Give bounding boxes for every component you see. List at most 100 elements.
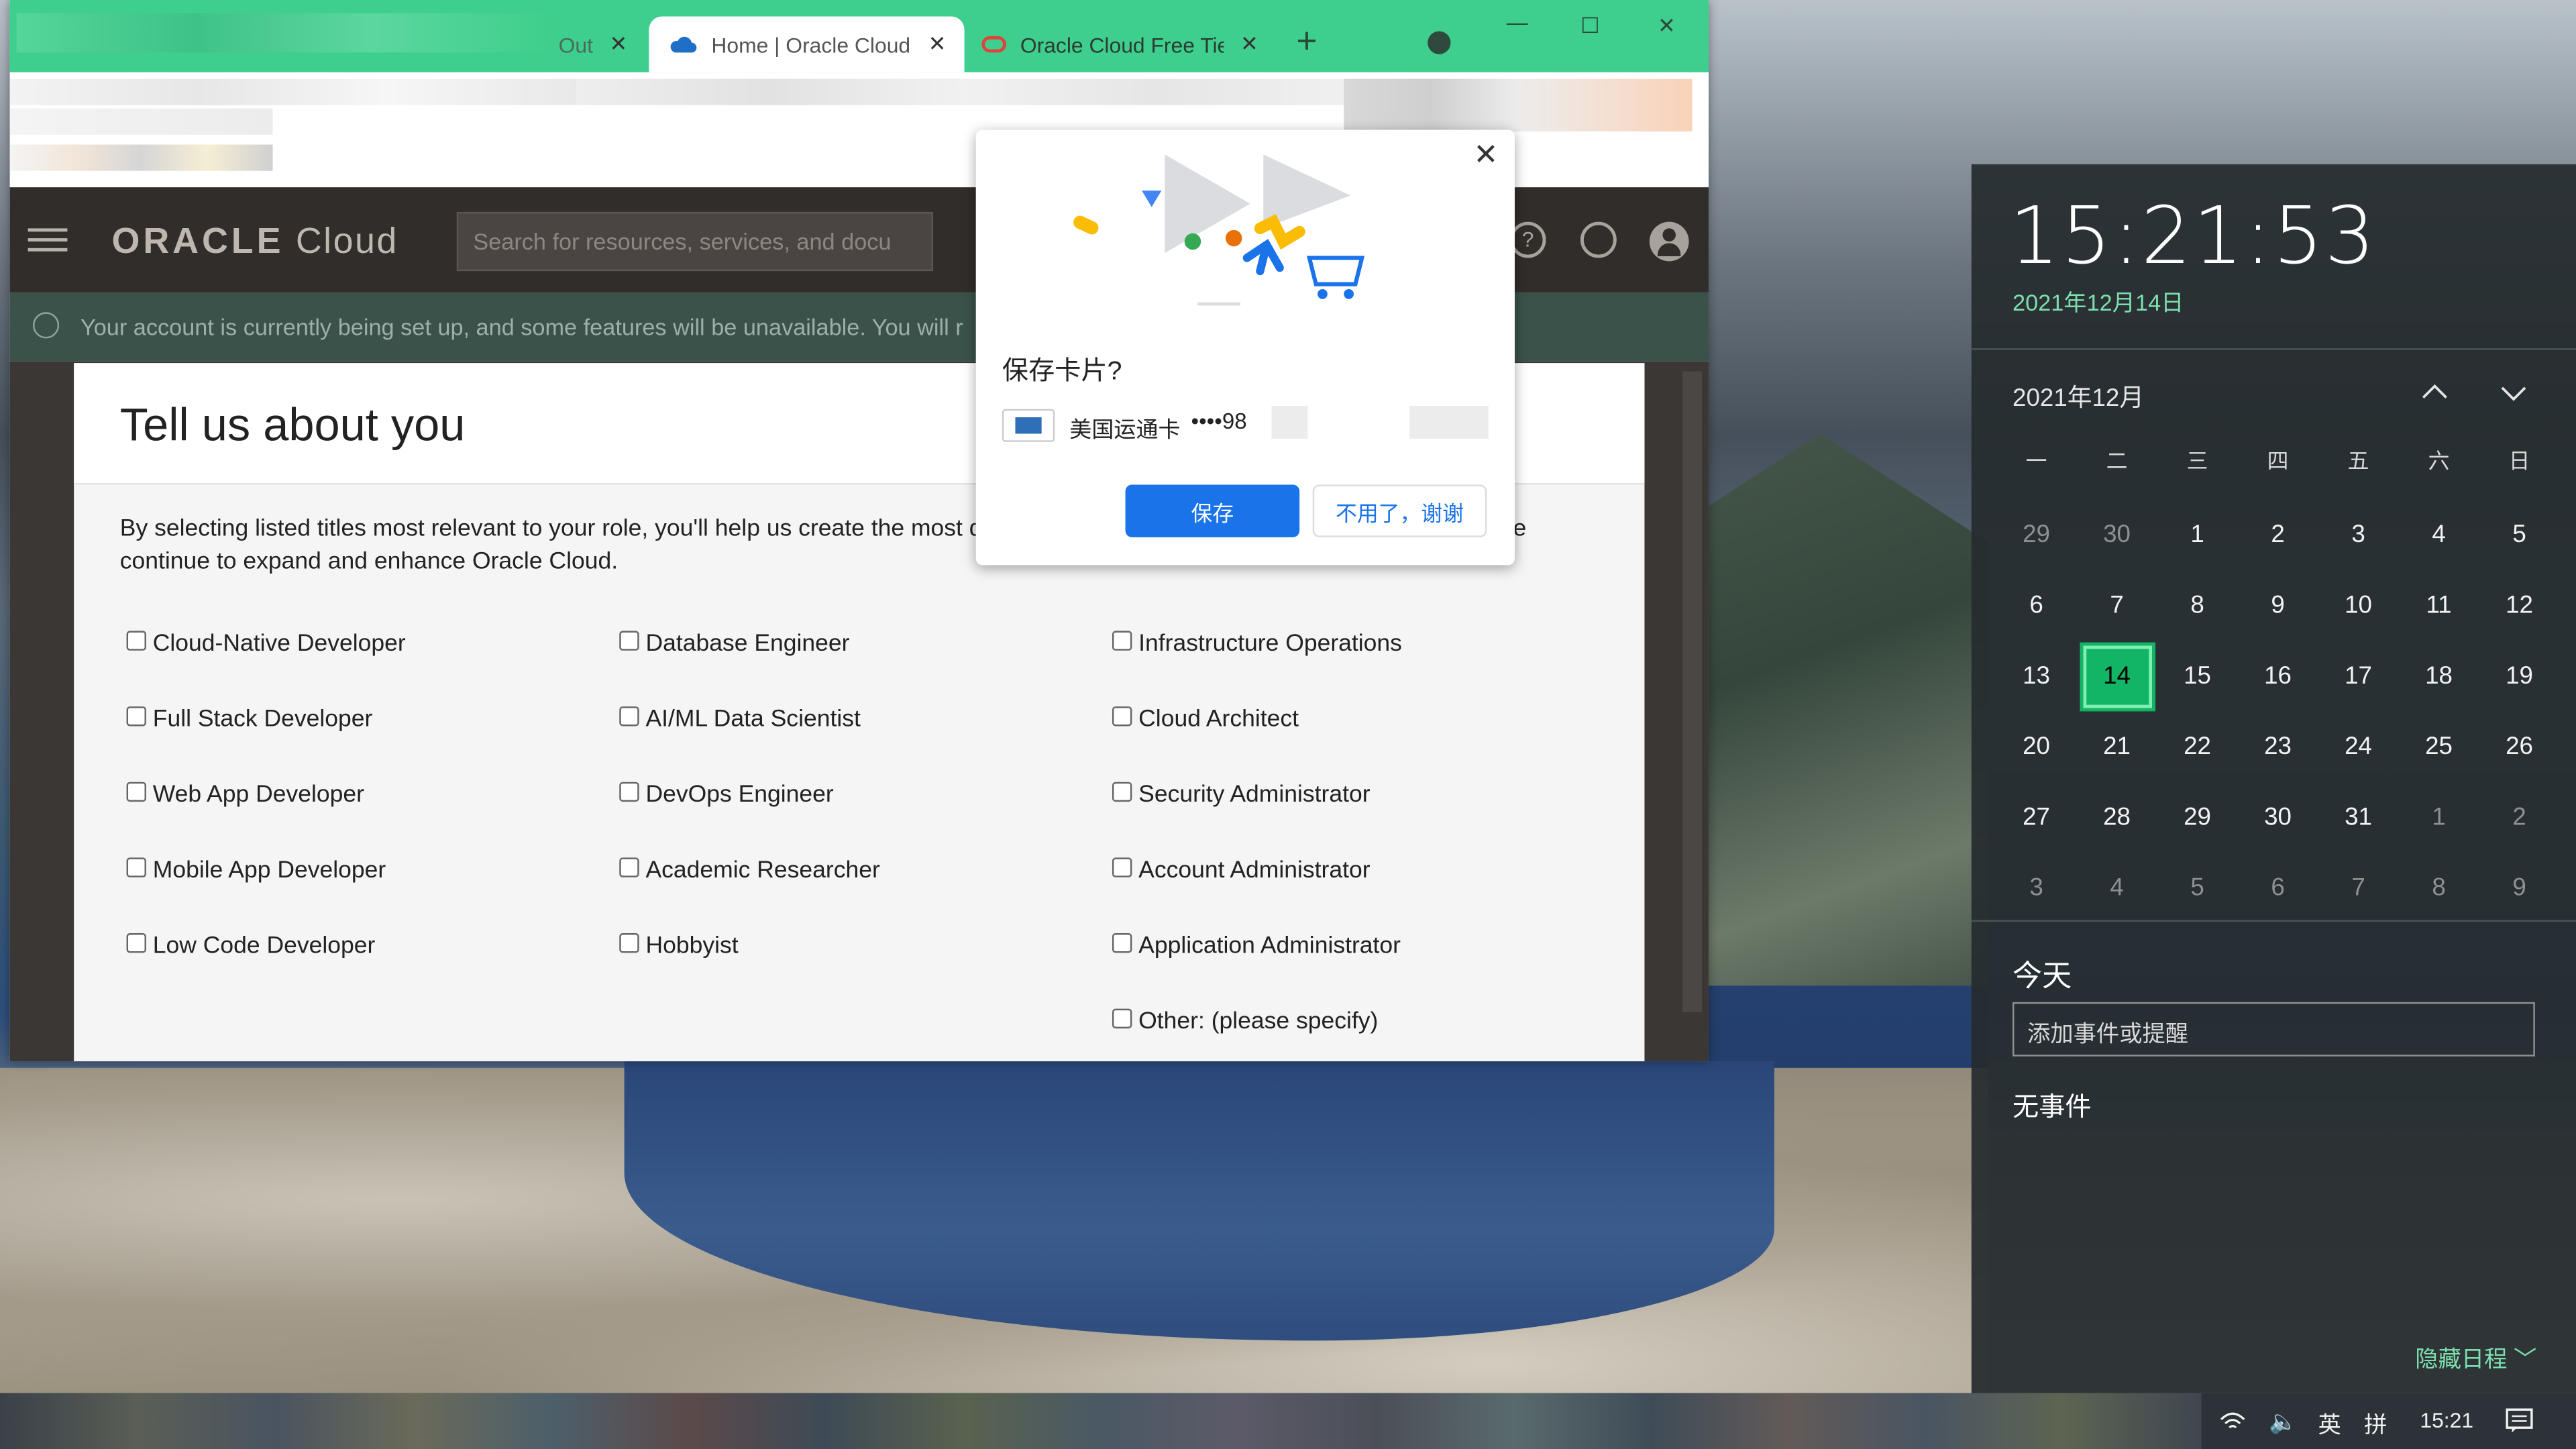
day-cell[interactable]: 30 — [2077, 499, 2157, 570]
option-academic-researcher[interactable]: Academic Researcher — [619, 857, 880, 884]
day-cell[interactable]: 8 — [2157, 570, 2238, 641]
option-devops-engineer[interactable]: DevOps Engineer — [619, 782, 834, 808]
option-mobile-app-developer[interactable]: Mobile App Developer — [126, 857, 386, 884]
day-cell[interactable]: 4 — [2399, 499, 2479, 570]
minimize-button[interactable]: — — [1507, 10, 1528, 35]
day-cell[interactable]: 6 — [2238, 853, 2318, 923]
globe-icon[interactable] — [1580, 221, 1617, 258]
day-cell[interactable]: 27 — [1996, 782, 2077, 853]
close-icon[interactable]: ✕ — [610, 32, 628, 58]
day-cell[interactable]: 26 — [2479, 711, 2560, 782]
close-icon[interactable]: ✕ — [928, 32, 947, 58]
menu-icon[interactable] — [28, 228, 68, 252]
day-cell[interactable]: 21 — [2077, 711, 2157, 782]
option-ai-ml-data-scientist[interactable]: AI/ML Data Scientist — [619, 706, 861, 733]
day-cell[interactable]: 18 — [2399, 641, 2479, 711]
checkbox[interactable] — [1112, 857, 1132, 877]
checkbox[interactable] — [619, 706, 639, 727]
checkbox[interactable] — [126, 631, 146, 651]
day-cell[interactable]: 9 — [2238, 570, 2318, 641]
day-cell[interactable]: 30 — [2238, 782, 2318, 853]
option-application-administrator[interactable]: Application Administrator — [1112, 933, 1401, 959]
day-cell[interactable]: 16 — [2238, 641, 2318, 711]
save-button[interactable]: 保存 — [1125, 484, 1300, 537]
day-cell[interactable]: 8 — [2399, 853, 2479, 923]
add-event-input[interactable]: 添加事件或提醒 — [2012, 1002, 2535, 1057]
search-input[interactable]: Search for resources, services, and docu — [456, 211, 934, 272]
checkbox[interactable] — [126, 706, 146, 727]
wifi-icon[interactable] — [2220, 1409, 2246, 1432]
day-cell[interactable]: 6 — [1996, 570, 2077, 641]
day-cell[interactable]: 2 — [2479, 782, 2560, 853]
close-window-button[interactable]: ✕ — [1658, 13, 1676, 40]
day-cell[interactable]: 24 — [2318, 711, 2399, 782]
checkbox[interactable] — [619, 857, 639, 877]
day-cell[interactable]: 22 — [2157, 711, 2238, 782]
oracle-cloud-logo[interactable]: ORACLE Cloud — [112, 220, 398, 263]
day-cell[interactable]: 3 — [1996, 853, 2077, 923]
hide-agenda-button[interactable]: 隐藏日程 ﹀ — [2415, 1342, 2536, 1375]
day-cell[interactable]: 23 — [2238, 711, 2318, 782]
help-icon[interactable]: ? — [1509, 221, 1546, 258]
option-other[interactable]: Other: (please specify) — [1112, 1008, 1378, 1035]
checkbox[interactable] — [1112, 933, 1132, 953]
day-cell[interactable]: 10 — [2318, 570, 2399, 641]
month-label[interactable]: 2021年12月 — [2012, 380, 2144, 414]
close-icon[interactable]: ✕ — [1474, 138, 1499, 172]
day-cell[interactable]: 1 — [2157, 499, 2238, 570]
option-full-stack-developer[interactable]: Full Stack Developer — [126, 706, 372, 733]
day-cell[interactable]: 4 — [2077, 853, 2157, 923]
maximize-button[interactable]: ☐ — [1580, 13, 1600, 40]
day-cell-today[interactable]: 14 — [2077, 641, 2157, 712]
day-cell[interactable]: 5 — [2479, 499, 2560, 570]
option-cloud-architect[interactable]: Cloud Architect — [1112, 706, 1299, 733]
tab-oracle-free-tier[interactable]: Oracle Cloud Free Tie ✕ — [977, 16, 1273, 72]
day-cell[interactable]: 12 — [2479, 570, 2560, 641]
option-database-engineer[interactable]: Database Engineer — [619, 631, 850, 657]
checkbox[interactable] — [619, 631, 639, 651]
close-icon[interactable]: ✕ — [1240, 32, 1258, 58]
chevron-up-icon[interactable] — [2422, 380, 2448, 406]
day-cell[interactable]: 3 — [2318, 499, 2399, 570]
option-account-administrator[interactable]: Account Administrator — [1112, 857, 1371, 884]
option-infrastructure-operations[interactable]: Infrastructure Operations — [1112, 631, 1402, 657]
day-cell[interactable]: 29 — [1996, 499, 2077, 570]
tab-search-icon[interactable] — [1428, 31, 1451, 54]
day-cell[interactable]: 20 — [1996, 711, 2077, 782]
new-tab-button[interactable]: + — [1296, 19, 1317, 62]
day-cell[interactable]: 31 — [2318, 782, 2399, 853]
checkbox[interactable] — [1112, 706, 1132, 727]
notification-icon[interactable] — [2506, 1408, 2534, 1434]
decline-button[interactable]: 不用了，谢谢 — [1312, 484, 1487, 537]
day-cell[interactable]: 13 — [1996, 641, 2077, 711]
page-scrollbar[interactable] — [1682, 371, 1703, 1012]
day-cell[interactable]: 15 — [2157, 641, 2238, 711]
day-cell[interactable]: 2 — [2238, 499, 2318, 570]
checkbox[interactable] — [1112, 782, 1132, 802]
chevron-down-icon[interactable] — [2500, 380, 2526, 406]
day-cell[interactable]: 7 — [2077, 570, 2157, 641]
taskbar-clock[interactable]: 15:21 — [2420, 1408, 2473, 1433]
flyout-date[interactable]: 2021年12月14日 — [2012, 286, 2184, 319]
option-hobbyist[interactable]: Hobbyist — [619, 933, 739, 959]
day-cell[interactable]: 28 — [2077, 782, 2157, 853]
checkbox[interactable] — [126, 933, 146, 953]
checkbox[interactable] — [619, 782, 639, 802]
option-security-administrator[interactable]: Security Administrator — [1112, 782, 1371, 808]
day-cell[interactable]: 9 — [2479, 853, 2560, 923]
tab-out[interactable]: Out ✕ — [559, 16, 641, 72]
option-low-code-developer[interactable]: Low Code Developer — [126, 933, 375, 959]
checkbox[interactable] — [1112, 631, 1132, 651]
tab-home-oracle-cloud[interactable]: Home | Oracle Cloud ✕ — [649, 16, 965, 72]
option-web-app-developer[interactable]: Web App Developer — [126, 782, 364, 808]
day-cell[interactable]: 5 — [2157, 853, 2238, 923]
ime-mode[interactable]: 拼 — [2364, 1408, 2387, 1441]
checkbox[interactable] — [1112, 1008, 1132, 1029]
day-cell[interactable]: 11 — [2399, 570, 2479, 641]
day-cell[interactable]: 25 — [2399, 711, 2479, 782]
day-cell[interactable]: 17 — [2318, 641, 2399, 711]
volume-icon[interactable]: 🔈 — [2269, 1408, 2298, 1436]
checkbox[interactable] — [126, 857, 146, 877]
day-cell[interactable]: 7 — [2318, 853, 2399, 923]
day-cell[interactable]: 19 — [2479, 641, 2560, 711]
